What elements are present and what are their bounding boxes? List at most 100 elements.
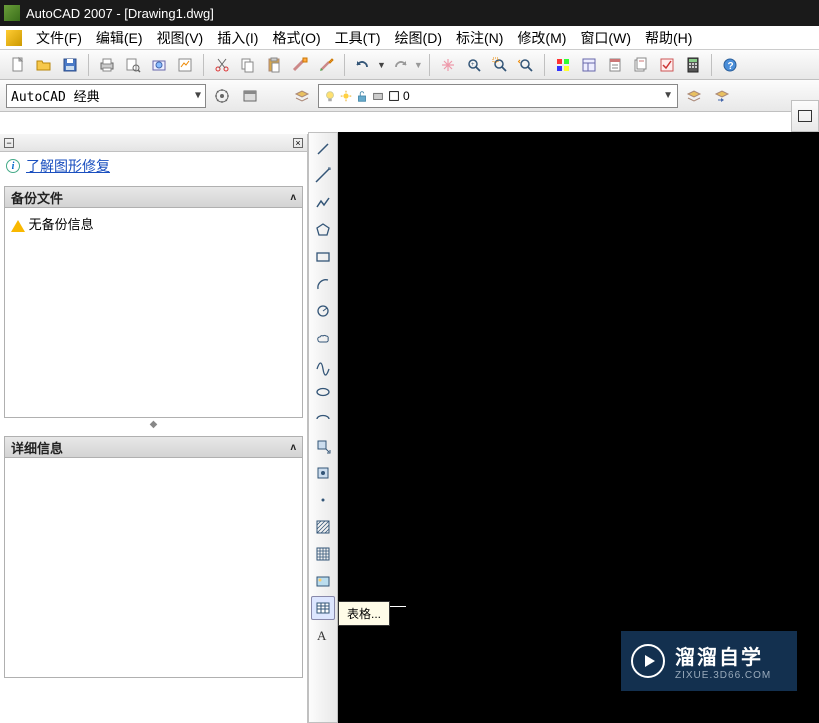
workspace-lock-icon[interactable] (238, 84, 262, 108)
recovery-help-link[interactable]: 了解图形修复 (26, 156, 110, 176)
ellipse-arc-icon[interactable] (311, 407, 335, 431)
plot-enabled-icon (371, 89, 385, 103)
table-icon[interactable]: 表格... (311, 596, 335, 620)
right-tool-button[interactable] (791, 100, 819, 132)
layer-states-icon[interactable] (682, 84, 706, 108)
text-icon[interactable]: A (311, 623, 335, 647)
watermark: 溜溜自学 ZIXUE.3D66.COM (621, 631, 797, 691)
ellipse-icon[interactable] (311, 380, 335, 404)
drawing-canvas[interactable]: 溜溜自学 ZIXUE.3D66.COM (338, 132, 819, 723)
svg-text:+: + (471, 62, 475, 68)
detail-section-body (4, 458, 303, 678)
layer-select[interactable]: 0 ▼ (318, 84, 678, 108)
toolpalettes-icon[interactable] (603, 53, 627, 77)
sheetset-icon[interactable] (629, 53, 653, 77)
layer-previous-icon[interactable] (710, 84, 734, 108)
bulb-on-icon (323, 89, 337, 103)
chevron-up-icon: ʌ (290, 442, 296, 453)
svg-text:A: A (317, 628, 327, 643)
undo-dropdown[interactable]: ▼ (377, 60, 386, 70)
markup-icon[interactable] (655, 53, 679, 77)
menu-modify[interactable]: 修改(M) (517, 28, 566, 48)
workspace-selected: AutoCAD 经典 (11, 86, 100, 105)
new-icon[interactable] (6, 53, 30, 77)
menu-draw[interactable]: 绘图(D) (395, 28, 442, 48)
help-icon[interactable]: ? (718, 53, 742, 77)
play-icon (631, 644, 665, 678)
print-icon[interactable] (95, 53, 119, 77)
zoom-previous-icon[interactable] (514, 53, 538, 77)
standard-toolbar: ▼ ▼ + ? (0, 50, 819, 80)
preview-icon[interactable] (121, 53, 145, 77)
backup-empty-label: 无备份信息 (29, 217, 94, 232)
designcenter-icon[interactable] (577, 53, 601, 77)
properties-icon[interactable] (551, 53, 575, 77)
plot-icon[interactable] (173, 53, 197, 77)
svg-text:?: ? (727, 61, 733, 72)
point-icon[interactable] (311, 488, 335, 512)
detail-section-header[interactable]: 详细信息 ʌ (4, 436, 303, 458)
drawing-recovery-panel: − × i 了解图形修复 备份文件 ʌ 无备份信息 ◆ 详细信息 ʌ (0, 134, 308, 723)
cut-icon[interactable] (210, 53, 234, 77)
panel-resizer[interactable]: ◆ (0, 418, 307, 430)
polygon-icon[interactable] (311, 218, 335, 242)
app-icon (4, 5, 20, 21)
menu-insert[interactable]: 插入(I) (217, 28, 258, 48)
open-icon[interactable] (32, 53, 56, 77)
workspace-layer-bar: AutoCAD 经典 ▼ 0 ▼ (0, 80, 819, 112)
redo-icon[interactable] (388, 53, 412, 77)
publish-icon[interactable] (147, 53, 171, 77)
copy-icon[interactable] (236, 53, 260, 77)
menu-edit[interactable]: 编辑(E) (96, 28, 143, 48)
layer-manager-icon[interactable] (290, 84, 314, 108)
block-insert-icon[interactable] (311, 434, 335, 458)
calc-icon[interactable] (681, 53, 705, 77)
tooltip: 表格... (338, 601, 390, 626)
zoom-window-icon[interactable] (488, 53, 512, 77)
redo-dropdown[interactable]: ▼ (414, 60, 423, 70)
menu-bar: 文件(F) 编辑(E) 视图(V) 插入(I) 格式(O) 工具(T) 绘图(D… (0, 26, 819, 50)
recovery-info-row: i 了解图形修复 (0, 152, 307, 180)
region-icon[interactable] (311, 569, 335, 593)
separator (429, 54, 430, 76)
rectangle-icon (798, 110, 812, 122)
paste-icon[interactable] (262, 53, 286, 77)
backup-header-label: 备份文件 (11, 188, 63, 207)
polyline-icon[interactable] (311, 191, 335, 215)
rectangle-icon[interactable] (311, 245, 335, 269)
close-icon[interactable]: × (293, 138, 303, 148)
workspace-settings-icon[interactable] (210, 84, 234, 108)
menu-icon[interactable] (6, 30, 22, 46)
menu-dimension[interactable]: 标注(N) (456, 28, 503, 48)
xline-icon[interactable] (311, 164, 335, 188)
match-icon[interactable] (288, 53, 312, 77)
color-swatch-icon (387, 89, 401, 103)
menu-format[interactable]: 格式(O) (272, 28, 320, 48)
menu-window[interactable]: 窗口(W) (580, 28, 631, 48)
save-icon[interactable] (58, 53, 82, 77)
gradient-icon[interactable] (311, 542, 335, 566)
draw-toolbar: 表格... A (308, 132, 338, 723)
menu-view[interactable]: 视图(V) (157, 28, 204, 48)
collapse-icon[interactable]: − (4, 138, 14, 148)
undo-icon[interactable] (351, 53, 375, 77)
workspace-select[interactable]: AutoCAD 经典 ▼ (6, 84, 206, 108)
zoom-realtime-icon[interactable]: + (462, 53, 486, 77)
pan-icon[interactable] (436, 53, 460, 77)
detail-header-label: 详细信息 (11, 438, 63, 457)
line-icon[interactable] (311, 137, 335, 161)
arc-icon[interactable] (311, 272, 335, 296)
block-make-icon[interactable] (311, 461, 335, 485)
brush-icon[interactable] (314, 53, 338, 77)
separator (344, 54, 345, 76)
spline-icon[interactable] (311, 353, 335, 377)
menu-file[interactable]: 文件(F) (36, 28, 82, 48)
circle-icon[interactable] (311, 299, 335, 323)
menu-help[interactable]: 帮助(H) (645, 28, 692, 48)
hatch-icon[interactable] (311, 515, 335, 539)
menu-tools[interactable]: 工具(T) (335, 28, 381, 48)
backup-section-header[interactable]: 备份文件 ʌ (4, 186, 303, 208)
revcloud-icon[interactable] (311, 326, 335, 350)
backup-section-body: 无备份信息 (4, 208, 303, 418)
chevron-up-icon: ʌ (290, 192, 296, 203)
